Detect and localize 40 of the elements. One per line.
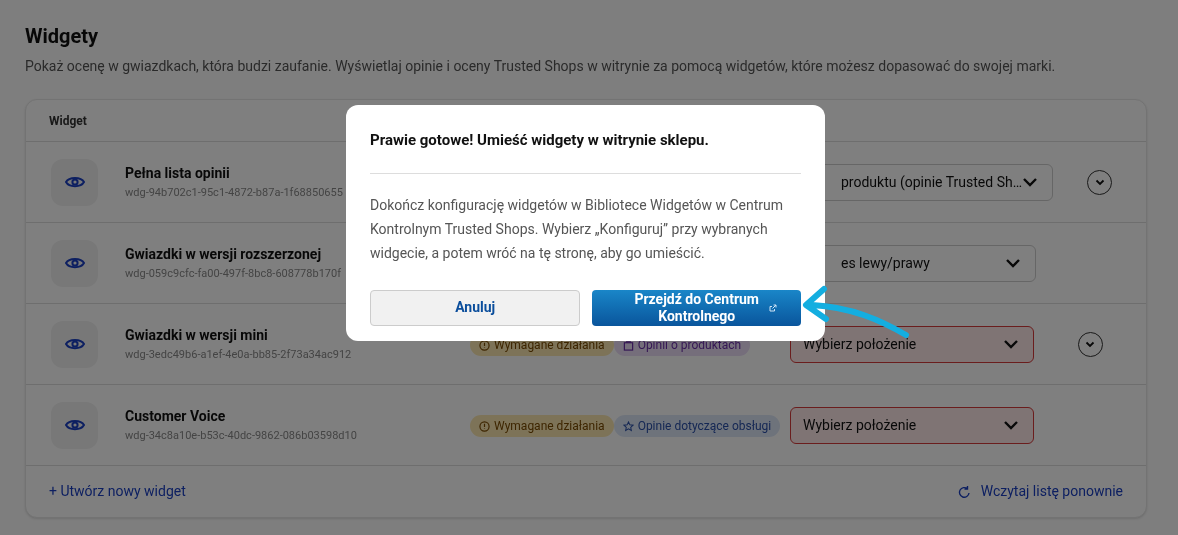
cancel-button[interactable]: Anuluj: [370, 289, 581, 326]
page-description: Pokaż ocenę w gwiazdkach, która budzi zaufanie. Wyświetlaj opinie i oceny Trusted Shops w witrynie za pomocą widgetów, które możesz dopasować do swojej marki.: [25, 57, 1057, 76]
chevron-down-icon: [1022, 177, 1039, 187]
status-badge: Opinie dotyczące obsługi: [613, 415, 781, 437]
dialog-title: Prawie gotowe! Umieść widgety w witrynie sklepu.: [370, 130, 710, 151]
widget-name: Gwiazdki w wersji rozszerzonej: [125, 244, 322, 264]
eye-icon: [64, 175, 85, 189]
widget-preview-button[interactable]: [51, 320, 98, 368]
widget-name: Customer Voice: [125, 406, 226, 426]
chevron-down-icon: [1003, 420, 1020, 430]
chevron-down-icon: [1003, 339, 1020, 349]
eye-icon: [64, 418, 85, 432]
create-widget-link[interactable]: + Utwórz nowy widget: [49, 481, 186, 502]
chevron-down-icon: [1005, 258, 1022, 268]
bag-icon: [622, 339, 634, 351]
widget-id: wdg-3edc49b6-a1ef-4e0a-bb85-2f73a34ac912: [125, 346, 352, 363]
widget-id: wdg-94b702c1-95c1-4872-b87a-1f68850655: [125, 184, 343, 201]
eye-icon: [64, 256, 85, 270]
eye-icon: [64, 337, 85, 351]
alert-icon: [479, 339, 490, 351]
dialog-message: Dokończ konfigurację widgetów w Bibliotece Widgetów w Centrum Kontrolnym Trusted Shops. Wybierz „Konfiguruj” przy wybranych widgecie, a potem wróć na tę stronę, aby go umieścić.: [370, 195, 785, 263]
alert-icon: [479, 420, 490, 432]
chevron-down-icon: [1094, 178, 1105, 186]
widget-id: wdg-059c9cfc-fa00-497f-8bc8-608778b170f: [125, 265, 342, 282]
external-link-icon: [769, 303, 777, 312]
reload-list-link[interactable]: Wczytaj listę ponownie: [957, 481, 1123, 502]
widget-id: wdg-34c8a10e-b53c-40dc-9862-086b03598d10: [125, 427, 357, 444]
widget-name: Gwiazdki w wersji mini: [125, 325, 268, 345]
page-title: Widgety: [25, 24, 100, 48]
star-icon: [622, 420, 634, 432]
position-dropdown[interactable]: Wybierz położenie: [790, 406, 1035, 444]
chevron-down-icon: [1085, 340, 1096, 348]
widget-name: Pełna lista opinii: [125, 163, 230, 183]
widget-preview-button[interactable]: [51, 239, 98, 287]
status-badge: Wymagane działania: [470, 415, 614, 437]
widget-preview-button[interactable]: [51, 158, 98, 206]
refresh-icon: [957, 484, 971, 499]
widget-preview-button[interactable]: [51, 401, 98, 449]
column-header: Widget: [49, 112, 87, 130]
open-control-center-button[interactable]: Przejdź do Centrum Kontrolnego: [592, 289, 801, 326]
